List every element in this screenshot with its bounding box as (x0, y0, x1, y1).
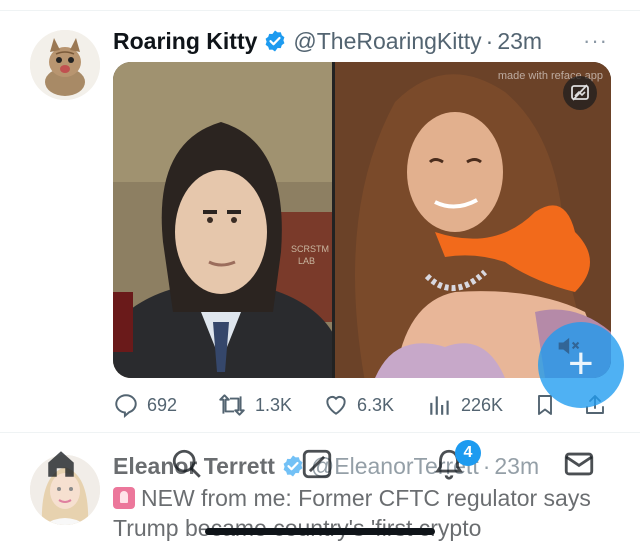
views-chart-icon (430, 396, 449, 415)
man-portrait-image: SCRSTM LAB (113, 62, 332, 378)
author-handle[interactable]: @TheRoaringKitty (293, 28, 481, 55)
home-indicator[interactable] (205, 528, 435, 535)
retweet-icon (219, 394, 245, 416)
plus-icon: + (568, 339, 594, 388)
separator-dot: · (482, 452, 491, 479)
ai-edit-icon[interactable] (563, 76, 597, 110)
tweet-text-line: NEW from me: Former CFTC regulator says (113, 483, 613, 513)
reply-count: 692 (147, 394, 178, 415)
messages-tab-icon[interactable] (562, 447, 596, 481)
siren-emoji-icon (113, 487, 135, 509)
svg-text:SCRSTM: SCRSTM (291, 244, 329, 254)
timestamp[interactable]: 23m (494, 453, 539, 480)
like-count: 6.3K (357, 394, 395, 415)
tweet-actions: 692 1.3K 6.3K 226K (113, 390, 613, 420)
tweet-header: Roaring Kitty @TheRoaringKitty · 23m (113, 26, 542, 56)
separator-dot: · (485, 27, 494, 54)
views-count: 226K (461, 394, 504, 415)
reply-icon (115, 394, 137, 418)
grok-tab-icon[interactable] (300, 447, 334, 481)
home-tab-icon[interactable] (44, 447, 78, 481)
retweet-count: 1.3K (255, 394, 293, 415)
notifications-badge: 4 (455, 440, 481, 466)
avatar[interactable] (30, 30, 100, 100)
reply-button[interactable]: 692 (113, 390, 177, 420)
search-tab-icon[interactable] (170, 447, 204, 481)
tweet-text-line-1: NEW from me: Former CFTC regulator says (141, 485, 591, 511)
kitten-avatar-image (30, 30, 100, 100)
author-name[interactable]: Roaring Kitty (113, 28, 257, 55)
more-options-icon[interactable]: ··· (583, 28, 608, 54)
verified-badge-icon (265, 30, 285, 52)
svg-text:LAB: LAB (298, 256, 315, 266)
retweet-button[interactable]: 1.3K (217, 390, 292, 420)
tweet-media[interactable]: SCRSTM LAB made with reface app (113, 62, 611, 378)
top-divider (0, 10, 640, 11)
heart-icon (326, 395, 346, 415)
timestamp[interactable]: 23m (497, 28, 542, 55)
views-button[interactable]: 226K (427, 390, 503, 420)
like-button[interactable]: 6.3K (323, 390, 394, 420)
compose-tweet-button[interactable]: + (538, 322, 624, 408)
media-left-image: SCRSTM LAB (113, 62, 332, 378)
